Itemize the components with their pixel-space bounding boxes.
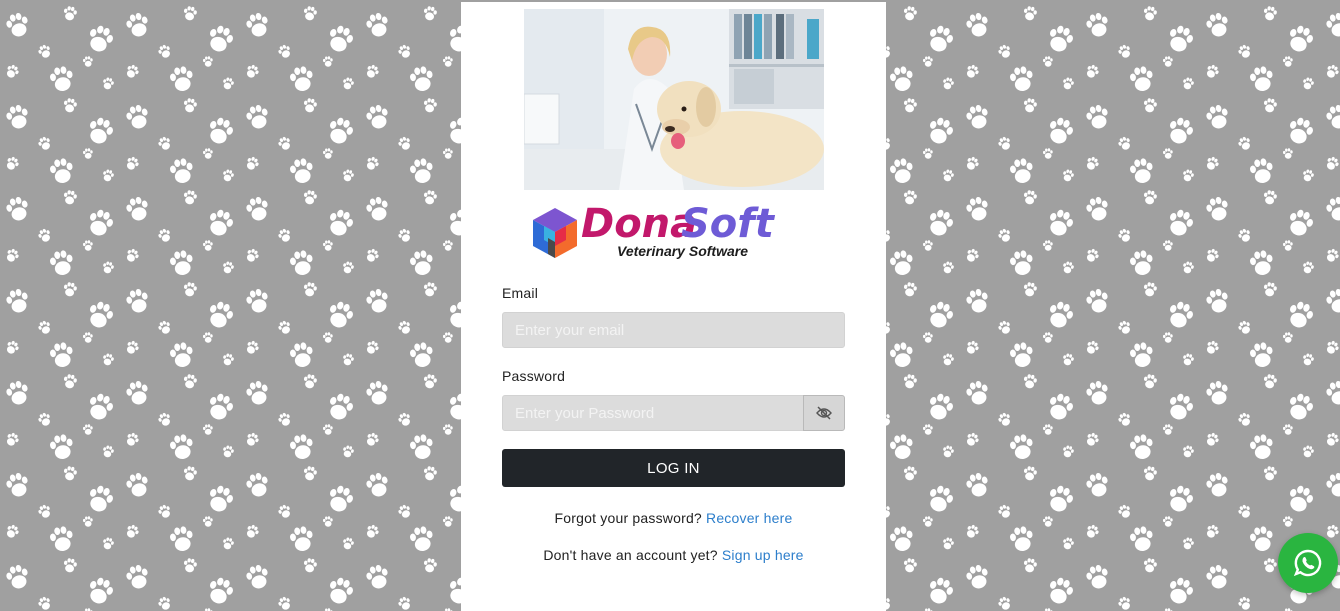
login-button[interactable]: LOG IN bbox=[502, 449, 845, 487]
forgot-password-text: Forgot your password? bbox=[554, 510, 702, 526]
signup-link[interactable]: Sign up here bbox=[722, 547, 804, 563]
eye-slash-icon bbox=[816, 406, 832, 420]
signup-text: Don't have an account yet? bbox=[543, 547, 718, 563]
signup-line: Don't have an account yet? Sign up here bbox=[461, 547, 886, 563]
svg-text:Dona: Dona bbox=[581, 201, 697, 247]
forgot-password-line: Forgot your password? Recover here bbox=[461, 510, 886, 526]
whatsapp-icon bbox=[1293, 549, 1322, 577]
recover-link[interactable]: Recover here bbox=[706, 510, 792, 526]
toggle-password-button[interactable] bbox=[803, 395, 845, 431]
login-card: Dona Soft Veterinary Software Email Pass… bbox=[461, 2, 886, 611]
password-input[interactable] bbox=[502, 395, 804, 431]
vet-with-dog-photo bbox=[524, 9, 824, 190]
email-label: Email bbox=[502, 285, 539, 301]
donasoft-logo: Dona Soft Veterinary Software bbox=[533, 201, 776, 259]
email-input[interactable] bbox=[502, 312, 845, 348]
whatsapp-button[interactable] bbox=[1278, 533, 1338, 593]
cube-logo-icon bbox=[533, 208, 577, 258]
password-label: Password bbox=[502, 368, 566, 384]
svg-text:Soft: Soft bbox=[681, 201, 776, 247]
svg-text:Veterinary Software: Veterinary Software bbox=[617, 243, 748, 259]
